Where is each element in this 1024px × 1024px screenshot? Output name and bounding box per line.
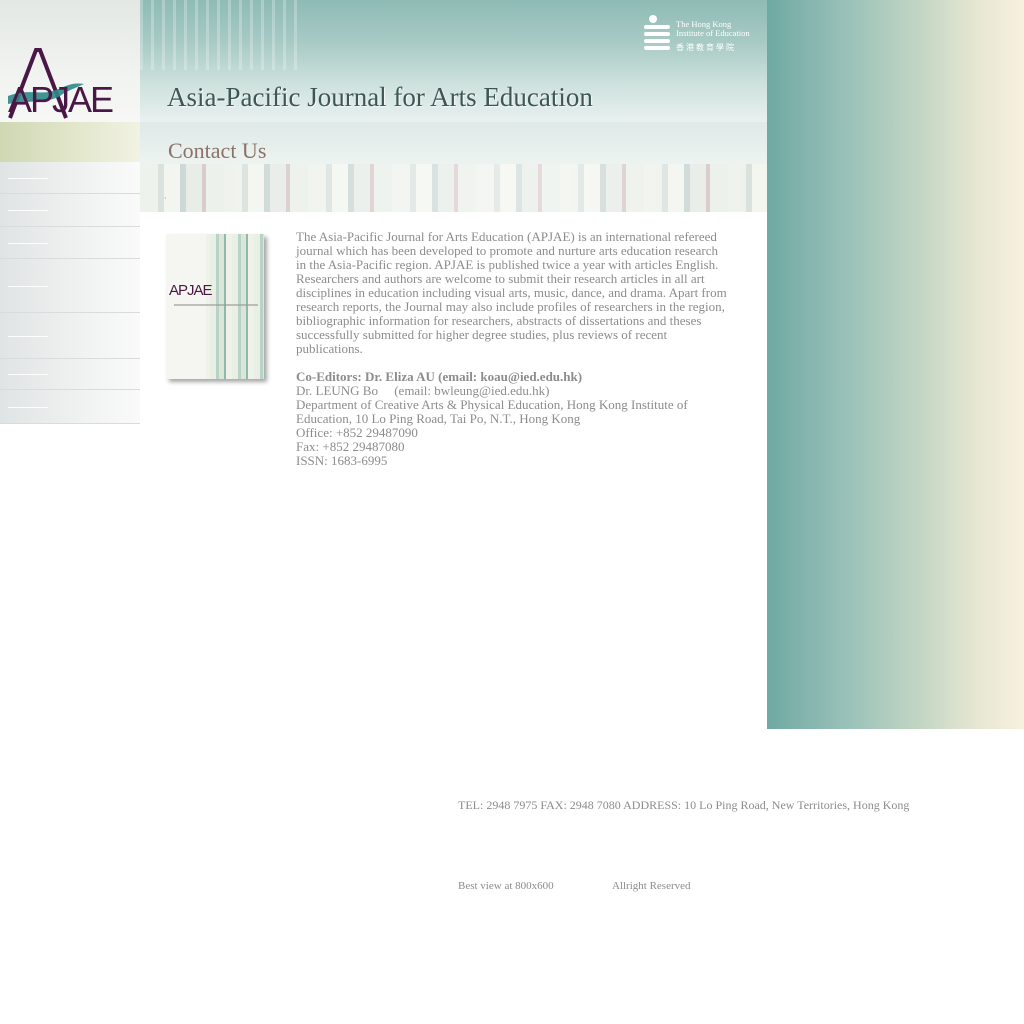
sidebar-nav: [0, 162, 140, 424]
cover-subtitle-line: [174, 304, 258, 306]
fax-number: Fax: +852 29487080: [296, 439, 405, 454]
cover-logo-text: APJAE: [169, 282, 213, 299]
decorative-side-panel: [767, 0, 1024, 729]
sidebar-nav-item[interactable]: [0, 259, 140, 313]
institute-logo[interactable]: The Hong Kong Institute of Education 香港教…: [642, 14, 752, 54]
sidebar-accent-band: [0, 122, 140, 162]
apjae-logo[interactable]: APJAE: [0, 0, 140, 122]
second-editor-line: Dr. LEUNG Bo (email: bwleung@ied.edu.hk): [296, 383, 550, 398]
sidebar-nav-item[interactable]: [0, 194, 140, 227]
logo-text: APJAE: [8, 79, 114, 120]
section-title-bar: Contact Us: [140, 122, 767, 164]
institute-name: The Hong Kong Institute of Education: [676, 19, 750, 38]
sidebar-nav-item[interactable]: [0, 227, 140, 259]
sidebar-nav-item[interactable]: [0, 313, 140, 359]
footer-address: TEL: 2948 7975 FAX: 2948 7080 ADDRESS: 1…: [458, 798, 910, 812]
journal-title: Asia-Pacific Journal for Arts Education: [167, 82, 593, 112]
department-address: Department of Creative Arts & Physical E…: [296, 397, 688, 426]
decorative-dot: ·: [164, 194, 167, 203]
sidebar: APJAE: [0, 0, 140, 424]
footer-rights: Allright Reserved: [612, 880, 691, 892]
page-header: The Hong Kong Institute of Education 香港教…: [140, 0, 767, 123]
footer-best-view: Best view at 800x600: [458, 880, 554, 892]
co-editors-line: Co-Editors: Dr. Eliza AU (email: koau@ie…: [296, 370, 728, 384]
journal-description: The Asia-Pacific Journal for Arts Educat…: [296, 229, 727, 356]
page-title: Contact Us: [168, 138, 267, 163]
sidebar-nav-item[interactable]: [0, 390, 140, 424]
sidebar-nav-item[interactable]: [0, 359, 140, 390]
institute-name-chinese: 香港教育學院: [676, 43, 736, 52]
decorative-stripe-banner: ·: [140, 164, 767, 212]
co-editors-label: Co-Editors: Dr. Eliza AU (email: koau@ie…: [296, 369, 583, 384]
institute-emblem-icon: [644, 15, 670, 50]
sidebar-nav-item[interactable]: [0, 162, 140, 194]
issn: ISSN: 1683-6995: [296, 453, 388, 468]
contact-content: The Asia-Pacific Journal for Arts Educat…: [296, 230, 728, 468]
office-phone: Office: +852 29487090: [296, 425, 418, 440]
journal-cover-image: APJAE: [166, 234, 264, 379]
